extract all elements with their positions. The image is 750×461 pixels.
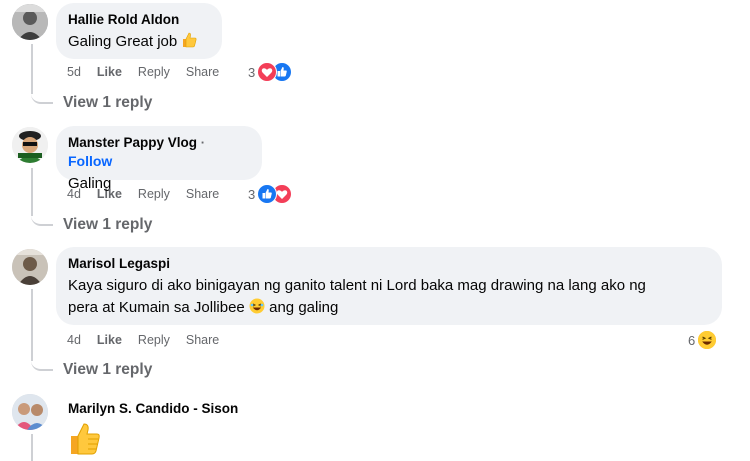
- thumbs-up-icon: [181, 32, 197, 55]
- view-replies-link[interactable]: View 1 reply: [63, 216, 152, 234]
- avatar[interactable]: [12, 249, 48, 285]
- view-replies-link[interactable]: View 1 reply: [63, 361, 152, 379]
- comment-marisol: Marisol Legaspi Kaya siguro di ako binig…: [0, 245, 750, 385]
- avatar[interactable]: [12, 127, 48, 163]
- view-replies-link[interactable]: View 1 reply: [63, 94, 152, 112]
- comment-text-part: ang galing: [269, 299, 339, 316]
- thread-connector: [31, 208, 53, 226]
- comment-text-part: pera at Kumain sa Jollibee: [68, 299, 245, 316]
- reaction-count: 6: [688, 332, 696, 348]
- timestamp[interactable]: 4d: [67, 333, 81, 347]
- comment-author-row: Marilyn S. Candido - Sison: [56, 396, 250, 420]
- comment-manster: Manster Pappy Vlog · Follow Galing 4d Li…: [0, 122, 750, 242]
- comment-text-line: Kaya siguro di ako binigayan ng ganito t…: [68, 277, 646, 294]
- thread-connector: [31, 86, 53, 104]
- avatar[interactable]: [12, 4, 48, 40]
- thumbs-up-sticker-icon: [68, 422, 102, 461]
- comment-bubble: Manster Pappy Vlog · Follow Galing: [56, 126, 262, 192]
- like-button[interactable]: Like: [97, 333, 122, 347]
- reaction-count: 3: [248, 186, 256, 202]
- comment-text-content: Galing Great job: [68, 33, 178, 50]
- follow-button[interactable]: Follow: [68, 153, 112, 169]
- author-line: Manster Pappy Vlog · Follow: [68, 134, 250, 171]
- reply-button[interactable]: Reply: [138, 187, 170, 201]
- comment-text: Galing Great job: [68, 31, 210, 55]
- avatar[interactable]: [12, 394, 48, 430]
- comment-text-line: pera at Kumain sa Jollibee ang galing: [68, 297, 710, 321]
- reaction-summary[interactable]: 3: [248, 183, 293, 205]
- comment-bubble: Marisol Legaspi Kaya siguro di ako binig…: [56, 247, 722, 325]
- timestamp[interactable]: 5d: [67, 65, 81, 79]
- author-name[interactable]: Hallie Rold Aldon: [68, 11, 210, 29]
- reaction-summary[interactable]: 3: [248, 61, 293, 83]
- reaction-count: 3: [248, 64, 256, 80]
- comment-bubble: Hallie Rold Aldon Galing Great job: [56, 3, 222, 59]
- share-button[interactable]: Share: [186, 333, 219, 347]
- thread-line: [31, 289, 33, 361]
- like-reaction-icon: [257, 184, 278, 204]
- reaction-summary[interactable]: 6: [688, 329, 718, 351]
- author-name[interactable]: Manster Pappy Vlog: [68, 135, 197, 150]
- comment-hallie: Hallie Rold Aldon Galing Great job 5d Li…: [0, 0, 750, 120]
- share-button[interactable]: Share: [186, 65, 219, 79]
- reply-button[interactable]: Reply: [138, 333, 170, 347]
- comment-actions: 4d Like Reply Share: [67, 185, 235, 203]
- haha-reaction-icon: [697, 330, 718, 350]
- comment-text: Kaya siguro di ako binigayan ng ganito t…: [68, 275, 710, 321]
- like-button[interactable]: Like: [97, 187, 122, 201]
- love-reaction-icon: [257, 62, 278, 82]
- thread-connector: [31, 353, 53, 371]
- like-button[interactable]: Like: [97, 65, 122, 79]
- follow-separator: ·: [200, 135, 206, 150]
- author-name[interactable]: Marisol Legaspi: [68, 255, 710, 273]
- reply-button[interactable]: Reply: [138, 65, 170, 79]
- thread-line: [31, 434, 33, 461]
- share-button[interactable]: Share: [186, 187, 219, 201]
- author-name[interactable]: Marilyn S. Candido - Sison: [68, 400, 238, 418]
- timestamp[interactable]: 4d: [67, 187, 81, 201]
- laughing-emoji-icon: [249, 298, 265, 321]
- comment-marilyn: Marilyn S. Candido - Sison: [0, 390, 750, 461]
- comment-actions: 4d Like Reply Share: [67, 331, 235, 349]
- comment-actions: 5d Like Reply Share: [67, 63, 235, 81]
